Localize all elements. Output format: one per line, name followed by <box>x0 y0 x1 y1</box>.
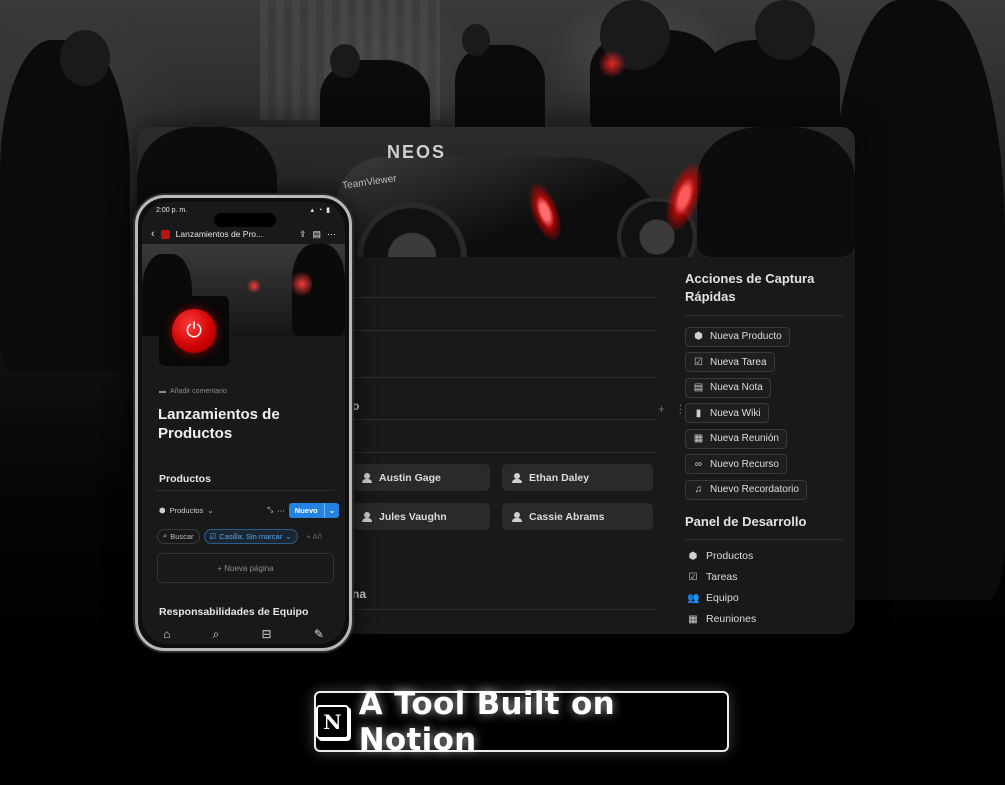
filter-row: ⌕ Buscar ☑ Casilla: Sin marcar ⌄ + Añ <box>157 528 345 544</box>
power-icon: ⏻ <box>172 309 216 353</box>
person-chip[interactable]: Ethan Daley <box>502 464 653 491</box>
heading-fragment: na <box>352 587 367 601</box>
expand-icon[interactable]: ⤡ <box>267 505 273 515</box>
person-name: Jules Vaughn <box>379 510 447 523</box>
person-name: Ethan Daley <box>529 471 590 484</box>
footer-badge: N A Tool Built on Notion <box>314 686 729 758</box>
cube-icon: ⬢ <box>159 505 166 515</box>
more-icon[interactable]: ⋯ <box>277 506 285 515</box>
note-icon: ▤ <box>693 382 704 393</box>
page-favicon-icon <box>160 229 170 239</box>
chevron-down-icon: ⌄ <box>285 531 292 541</box>
button-label: Nueva Producto <box>710 331 782 342</box>
new-resource-button[interactable]: ∞ Nuevo Recurso <box>685 454 787 474</box>
chevron-down-icon[interactable]: ⌄ <box>323 502 339 518</box>
phone-nav-bar: ‹ Lanzamientos de Pro... ⇪ ▤ ⋯ <box>142 224 345 244</box>
back-arrow-icon[interactable]: ‹ <box>151 228 155 240</box>
calendar-icon: ▦ <box>693 433 704 444</box>
checkbox-icon: ☑ <box>694 356 703 368</box>
button-label: Nueva Tarea <box>710 356 767 368</box>
calendar-icon: ▦ <box>688 613 698 625</box>
more-icon[interactable]: ⋯ <box>327 229 336 240</box>
person-chip[interactable]: Jules Vaughn <box>352 503 490 530</box>
search-icon[interactable]: ⌕ <box>213 627 220 642</box>
inbox-icon[interactable]: ⊟ <box>262 627 272 641</box>
link-icon: ∞ <box>694 458 703 470</box>
view-selector[interactable]: Productos <box>170 506 204 515</box>
person-name: Austin Gage <box>379 471 441 484</box>
cube-icon: ⬢ <box>688 550 698 562</box>
search-label: Buscar <box>170 531 194 541</box>
checkbox-icon: ☑ <box>688 571 698 583</box>
footer-tagline: A Tool Built on Notion <box>358 685 615 758</box>
comments-icon[interactable]: ▤ <box>312 229 321 240</box>
phone-mockup: 2:00 p. m. ▴ ◔ ▮ ‹ Lanzamientos de Pro..… <box>135 195 352 651</box>
person-icon <box>512 511 522 522</box>
panel-link-label: Reuniones <box>706 613 757 625</box>
database-view-row: ⬢ Productos ⌄ ⤡ ⋯ Nuevo ⌄ <box>159 502 339 518</box>
status-icons: ▴ ◔ ▮ <box>310 207 331 214</box>
chevron-down-icon[interactable]: ⌄ <box>207 506 213 515</box>
add-filter-button[interactable]: + Añ <box>302 529 327 544</box>
panel-link-label: Equipo <box>706 592 739 604</box>
right-sidebar-column: Acciones de Captura Rápidas ⬢ Nueva Produ… <box>685 270 845 630</box>
left-content-column: o Austin Gage Ethan Daley Jules Vaughn C… <box>352 257 657 634</box>
new-product-button[interactable]: ⬢ Nueva Producto <box>685 326 790 347</box>
page-title: Lanzamientos de Productos <box>158 406 280 442</box>
new-entry-button[interactable]: Nuevo ⌄ <box>288 502 339 518</box>
quick-actions-list: ⬢ Nueva Producto ☑ Nueva Tarea ▤ Nueva Nota… <box>685 326 845 505</box>
bell-icon: ♫ <box>694 484 703 495</box>
add-comment[interactable]: ▬ Añadir comentario <box>159 388 227 395</box>
panel-link-label: Productos <box>706 550 754 562</box>
person-icon <box>362 511 372 522</box>
comment-icon: ▬ <box>159 388 166 395</box>
person-icon <box>512 472 522 483</box>
panel-link-equipo[interactable]: 👥 Equipo <box>685 588 845 609</box>
people-icon: 👥 <box>687 592 700 604</box>
panel-link-label: Tareas <box>706 571 738 583</box>
home-icon[interactable]: ⌂ <box>163 627 170 641</box>
panel-link-tareas[interactable]: ☑ Tareas <box>685 567 845 588</box>
person-chip[interactable]: Cassie Abrams <box>502 503 653 530</box>
button-label: Nuevo Recurso <box>710 458 779 470</box>
section-heading-products: Productos <box>159 473 211 485</box>
status-time: 2:00 p. m. <box>156 207 188 214</box>
person-icon <box>362 472 372 483</box>
new-task-button[interactable]: ☑ Nueva Tarea <box>685 352 775 372</box>
new-button-label: Nuevo <box>294 505 318 515</box>
cube-icon: ⬢ <box>694 331 703 342</box>
panel-link-reuniones[interactable]: ▦ Reuniones <box>685 609 845 630</box>
dev-panel-heading: Panel de Desarrollo <box>685 513 807 529</box>
button-label: Nueva Wiki <box>710 407 761 419</box>
new-wiki-button[interactable]: ▮ Nueva Wiki <box>685 403 769 423</box>
bookmark-icon: ▮ <box>695 407 702 419</box>
notion-logo-icon: N <box>316 704 349 739</box>
checkbox-filter-pill[interactable]: ☑ Casilla: Sin marcar ⌄ <box>203 528 298 544</box>
person-name: Cassie Abrams <box>529 510 605 523</box>
panel-link-productos[interactable]: ⬢ Productos <box>685 546 845 567</box>
new-page-button[interactable]: + Nueva página <box>157 553 334 583</box>
button-label: Nueva Nota <box>710 382 763 393</box>
new-meeting-button[interactable]: ▦ Nueva Reunión <box>685 428 787 449</box>
search-icon: ⌕ <box>163 531 168 540</box>
quick-actions-heading: Acciones de Captura Rápidas <box>685 271 815 304</box>
add-comment-label: Añadir comentario <box>170 388 227 395</box>
share-icon[interactable]: ⇪ <box>299 229 307 240</box>
new-reminder-button[interactable]: ♫ Nuevo Recordatorio <box>685 479 807 500</box>
checkbox-icon: ☑ <box>209 531 217 541</box>
heading-fragment: o <box>352 399 360 413</box>
phone-tab-bar: ⌂ ⌕ ⊟ ✎ <box>142 624 345 644</box>
new-note-button[interactable]: ▤ Nueva Nota <box>685 377 771 398</box>
phone-screen: 2:00 p. m. ▴ ◔ ▮ ‹ Lanzamientos de Pro..… <box>142 202 345 644</box>
page-icon[interactable]: ⏻ <box>159 296 229 366</box>
button-label: Nuevo Recordatorio <box>710 484 799 495</box>
nav-page-title: Lanzamientos de Pro... <box>175 229 264 239</box>
compose-icon[interactable]: ✎ <box>314 627 324 641</box>
button-label: Nueva Reunión <box>710 433 779 444</box>
filter-label: Casilla: Sin marcar <box>219 531 283 541</box>
person-chip[interactable]: Austin Gage <box>352 464 490 491</box>
search-pill[interactable]: ⌕ Buscar <box>157 528 200 544</box>
section-heading-team: Responsabilidades de Equipo <box>159 606 309 618</box>
